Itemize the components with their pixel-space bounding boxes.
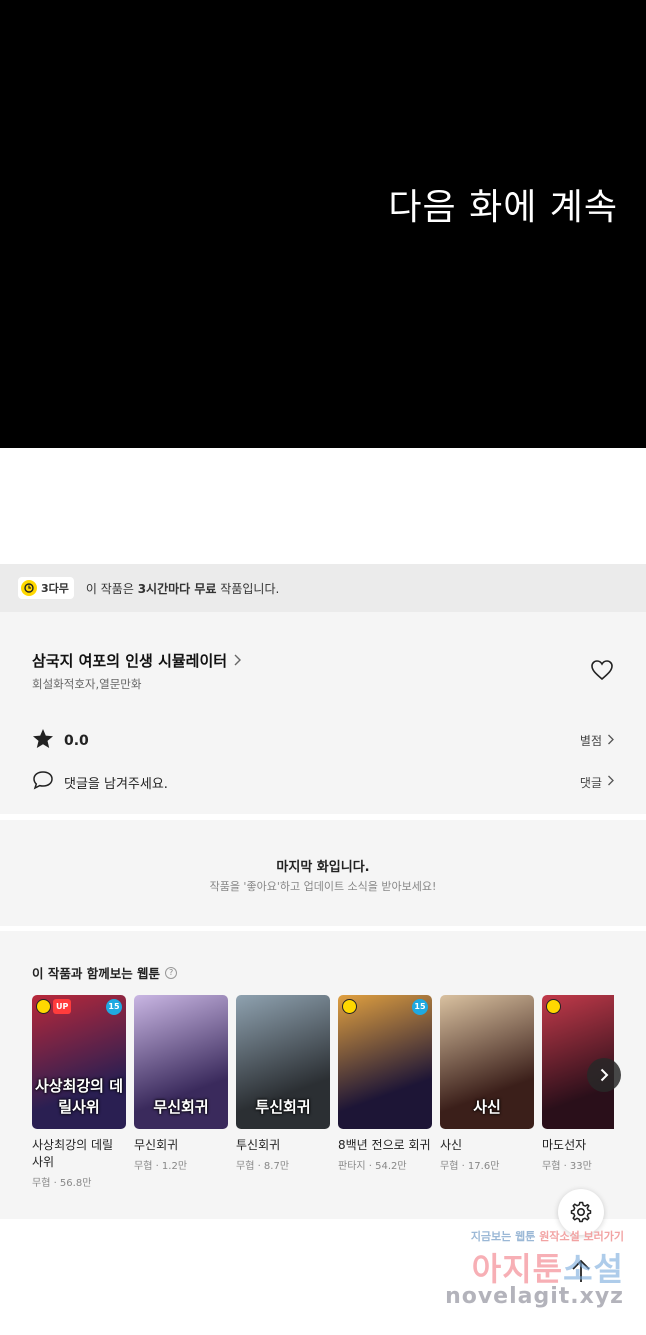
series-title-link[interactable]: 삼국지 여포의 인생 시뮬레이터 [32, 650, 242, 671]
age-rating-badge: 15 [106, 999, 122, 1015]
chevron-right-icon [607, 775, 614, 789]
webtoon-title: 사신 [440, 1138, 463, 1152]
webtoon-thumbnail: 사신 [440, 995, 534, 1129]
webtoon-meta: 무협 · 33만 [542, 1161, 592, 1172]
rating-link[interactable]: 별점 [580, 732, 614, 749]
thumbnail-logo-text: 사상최강의 데릴사위 [34, 1077, 124, 1116]
comment-link[interactable]: 댓글 [580, 774, 614, 791]
recommendation-title-text: 이 작품과 함께보는 웹툰 [32, 966, 161, 981]
watermark-line2-a: 아지툰 [471, 1250, 564, 1288]
wait-free-clock-icon [546, 999, 561, 1014]
recommendation-title: 이 작품과 함께보는 웹툰 ? [32, 963, 178, 982]
webtoon-meta: 판타지 · 54.2만 [338, 1161, 407, 1172]
free-text-prefix: 이 작품은 [85, 581, 138, 596]
last-episode-notice: 마지막 화입니다. 작품을 '좋아요'하고 업데이트 소식을 받아보세요! [0, 820, 646, 926]
comment-placeholder: 댓글을 남겨주세요. [64, 776, 168, 792]
webtoon-title: 8백년 전으로 회귀 [338, 1138, 431, 1152]
rating-value: 0.0 [64, 732, 89, 749]
webtoon-thumbnail: 무신회귀 [134, 995, 228, 1129]
recommendation-carousel: UP 15 사상최강의 데릴사위 사상최강의 데릴 사위 무협 · 56.8만 무신회귀 무… [32, 995, 614, 1215]
series-title: 삼국지 여포의 인생 시뮬레이터 [32, 652, 228, 670]
webtoon-title: 마도선자 [542, 1138, 587, 1152]
age-rating-badge: 15 [412, 999, 428, 1015]
watermark-url: novelagit.xyz [445, 1284, 624, 1309]
last-episode-title: 마지막 화입니다. [276, 860, 370, 875]
webtoon-meta: 무협 · 56.8만 [32, 1178, 92, 1189]
update-badge: UP [53, 999, 72, 1014]
free-text-suffix: 작품입니다. [216, 581, 280, 596]
free-info-banner: 3다무 이 작품은 3시간마다 무료 작품입니다. [0, 564, 646, 612]
webtoon-card[interactable]: UP 15 사상최강의 데릴사위사상최강의 데릴 사위무협 · 56.8만 [32, 995, 126, 1189]
wait-free-clock-icon [342, 999, 357, 1014]
rating-row: 0.0 별점 [32, 728, 614, 753]
thumbnail-logo-text: 사신 [473, 1098, 501, 1116]
comment-row[interactable]: 댓글을 남겨주세요. 댓글 [32, 770, 614, 794]
webtoon-meta: 무협 · 1.2만 [134, 1161, 188, 1172]
recommendation-section: 이 작품과 함께보는 웹툰 ? UP 15 사상최강의 데릴사위사상최강의 데릴 사… [0, 931, 646, 1219]
thumbnail-logo-text: 무신회귀 [153, 1098, 209, 1116]
thumbnail-logo-text: 투신회귀 [255, 1098, 311, 1116]
watermark-line1: 지금보는 웹툰 원작소설 보러가기 [471, 1228, 624, 1244]
webtoon-card[interactable]: 15 8백년 전으로 회귀판타지 · 54.2만 [338, 995, 432, 1172]
gear-icon [570, 1201, 592, 1223]
question-icon[interactable]: ? [165, 966, 178, 979]
webtoon-thumbnail: 투신회귀 [236, 995, 330, 1129]
badge-label: 3다무 [41, 582, 69, 595]
clock-icon [21, 580, 37, 596]
webtoon-card[interactable]: 사신 사신 무협 · 17.6만 [440, 995, 534, 1172]
watermark-line2-b: 소설 [563, 1250, 624, 1288]
speech-bubble-icon [32, 770, 54, 794]
last-episode-subtitle: 작품을 '좋아요'하고 업데이트 소식을 받아보세요! [209, 880, 437, 893]
episode-end-panel: 다음 화에 계속 [0, 0, 646, 448]
continue-next-text: 다음 화에 계속 [388, 187, 618, 228]
webtoon-thumbnail: 15 [338, 995, 432, 1129]
webtoon-card[interactable]: 무신회귀 무신회귀 무협 · 1.2만 [134, 995, 228, 1172]
webtoon-card[interactable]: 투신회귀 투신회귀 무협 · 8.7만 [236, 995, 330, 1172]
chevron-right-icon [233, 652, 242, 670]
series-info-panel: 삼국지 여포의 인생 시뮬레이터 회설화적호자,열문만화 0.0 별점 댓글을 … [0, 612, 646, 814]
webtoon-meta: 무협 · 17.6만 [440, 1161, 500, 1172]
wait-free-badge: 3다무 [18, 577, 74, 599]
webtoon-title: 투신회귀 [236, 1138, 281, 1152]
star-icon [32, 728, 54, 753]
wait-free-clock-icon [36, 999, 51, 1014]
webtoon-title: 사상최강의 데릴 사위 [32, 1138, 114, 1169]
rating-link-label: 별점 [579, 734, 602, 748]
webtoon-meta: 무협 · 8.7만 [236, 1161, 290, 1172]
chevron-right-icon [600, 1068, 609, 1082]
chevron-right-icon [607, 734, 614, 748]
free-text-bold: 3시간마다 무료 [137, 581, 217, 596]
watermark-line1-a: 지금보는 웹툰 [470, 1230, 540, 1243]
carousel-next-button[interactable] [587, 1058, 621, 1092]
webtoon-thumbnail: UP 15 사상최강의 데릴사위 [32, 995, 126, 1129]
comment-link-label: 댓글 [579, 775, 602, 790]
webtoon-title: 무신회귀 [134, 1138, 179, 1152]
watermark-line1-b: 원작소설 보러가기 [539, 1230, 624, 1243]
like-heart-icon[interactable] [590, 659, 614, 685]
series-genre: 회설화적호자,열문만화 [32, 677, 142, 691]
